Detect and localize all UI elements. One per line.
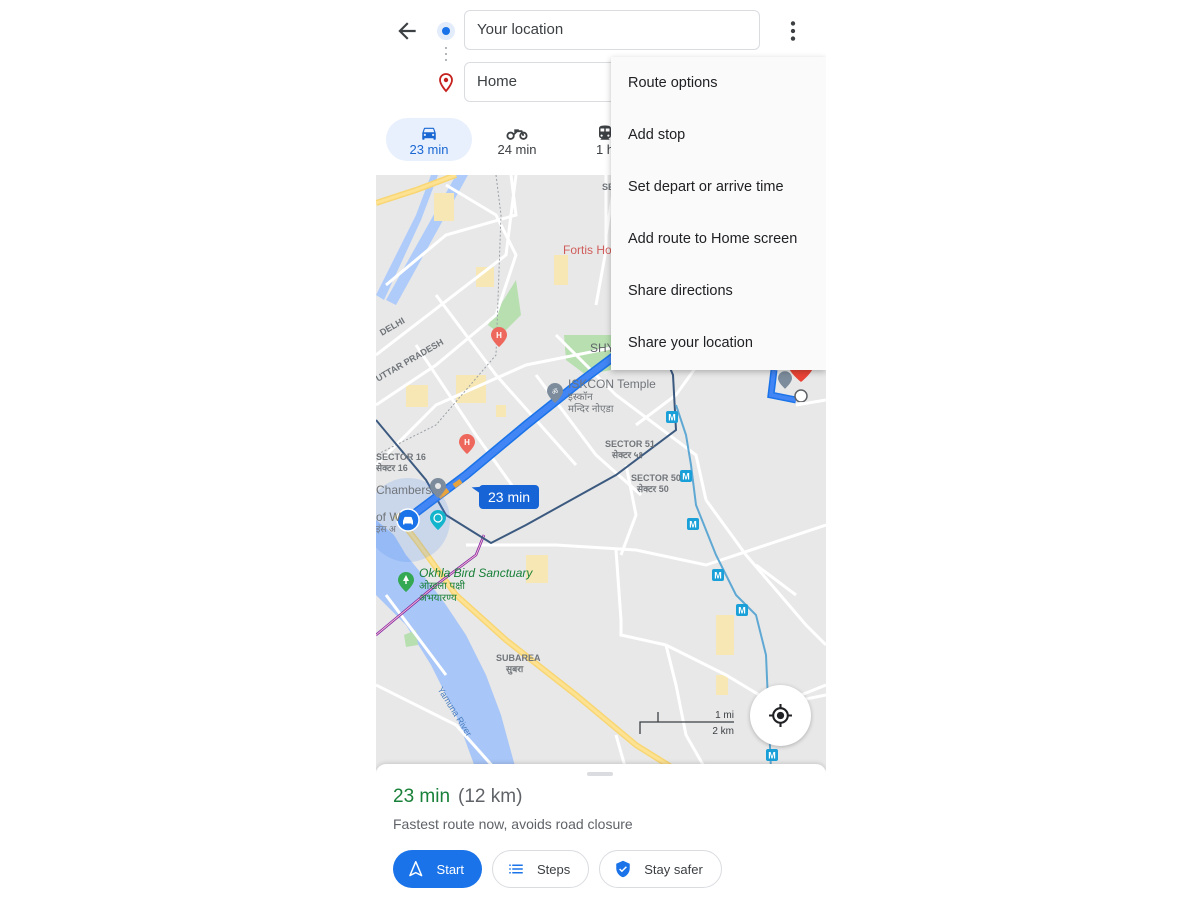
start-button-label: Start <box>436 861 464 877</box>
route-duration: 23 min <box>393 786 451 807</box>
svg-text:H: H <box>496 331 502 340</box>
shield-check-icon <box>616 860 630 878</box>
overflow-menu: Route options Add stop Set depart or arr… <box>611 57 826 370</box>
hospital-pin-icon[interactable]: H <box>459 434 475 454</box>
map-label-okhla-hindi-1: ओखला पक्षी <box>419 581 465 592</box>
route-description: Fastest route now, avoids road closure <box>393 816 633 832</box>
svg-text:ॐ: ॐ <box>552 388 559 396</box>
route-eta-bubble[interactable]: 23 min <box>479 485 540 509</box>
sheet-drag-handle[interactable] <box>587 772 613 776</box>
list-icon <box>509 864 523 874</box>
svg-text:M: M <box>738 606 746 616</box>
map-label-subarea: SUBAREA <box>496 653 541 663</box>
car-icon <box>422 127 436 140</box>
map-label-chambers[interactable]: Chambers <box>376 484 431 496</box>
more-vert-icon <box>790 21 796 41</box>
map-label-sector-50: SECTOR 50 <box>631 473 681 483</box>
svg-text:H: H <box>464 438 470 447</box>
svg-text:M: M <box>714 571 722 581</box>
park-pin-icon[interactable] <box>398 572 414 592</box>
menu-item-add-stop[interactable]: Add stop <box>611 109 826 161</box>
menu-item-set-depart-arrive-time[interactable]: Set depart or arrive time <box>611 161 826 213</box>
menu-item-route-options[interactable]: Route options <box>611 57 826 109</box>
tab-two-wheeler-label: 24 min <box>497 142 537 157</box>
route-distance: (12 km) <box>458 786 523 807</box>
map-label-sector-16-hindi: सेक्टर 16 <box>376 463 408 473</box>
origin-dot-icon <box>437 22 455 40</box>
place-pin-icon[interactable] <box>430 478 446 498</box>
svg-text:M: M <box>682 472 690 482</box>
map-label-sector-16: SECTOR 16 <box>376 452 426 462</box>
map-label-sector-51-hindi: सेक्टर ५१ <box>612 450 644 460</box>
steps-button[interactable]: Steps <box>492 850 590 888</box>
svg-text:M: M <box>689 520 697 530</box>
tab-drive-label: 23 min <box>409 142 449 157</box>
motorcycle-icon <box>506 129 528 140</box>
hospital-pin-icon[interactable]: H <box>491 327 507 347</box>
map-label-iskcon[interactable]: ISKCON Temple <box>568 378 656 390</box>
route-summary-sheet: 23 min (12 km) Fastest route now, avoids … <box>376 764 826 900</box>
map-label-fortis[interactable]: Fortis Ho <box>563 244 612 256</box>
more-options-button[interactable] <box>780 18 806 44</box>
menu-item-share-location[interactable]: Share your location <box>611 317 826 369</box>
menu-item-add-route-home-screen[interactable]: Add route to Home screen <box>611 213 826 265</box>
navigation-arrow-icon <box>409 860 423 877</box>
back-button[interactable] <box>394 18 420 44</box>
temple-pin-icon[interactable]: ॐ <box>547 383 563 403</box>
steps-button-label: Steps <box>537 861 571 877</box>
map-label-iskcon-hindi-2: मन्दिर नोएडा <box>568 404 614 415</box>
map-label-wonder-hindi: इंस अ <box>376 524 396 534</box>
tab-drive[interactable]: 23 min <box>386 118 472 161</box>
map-label-okhla-hindi-2: अभयारण्य <box>419 593 457 604</box>
map-label-subarea-hindi: सुबरा <box>506 664 524 674</box>
scale-metric: 2 km <box>712 726 734 737</box>
route-actions: Start Steps Stay safer <box>393 850 732 888</box>
map-label-iskcon-hindi-1: इस्कॉन <box>568 392 593 403</box>
arrow-left-icon <box>398 22 416 40</box>
menu-item-share-directions[interactable]: Share directions <box>611 265 826 317</box>
route-eta: 23 min (12 km) <box>393 786 522 808</box>
my-location-button[interactable] <box>750 685 811 746</box>
svg-text:M: M <box>668 413 676 423</box>
map-label-wonder[interactable]: of W <box>376 511 401 523</box>
svg-text:M: M <box>768 751 776 761</box>
maps-directions-screen: Your location Home 23 min 24 min 1 h H H… <box>376 0 826 900</box>
map-scale-bar: 1 mi 2 km <box>638 710 738 740</box>
tab-two-wheeler[interactable]: 24 min <box>474 118 560 161</box>
place-pin-icon <box>778 371 792 389</box>
route-connector-dots <box>445 47 447 67</box>
scale-imperial: 1 mi <box>715 710 734 721</box>
destination-pin-icon <box>438 73 454 93</box>
stay-safer-button-label: Stay safer <box>644 861 703 877</box>
origin-input[interactable]: Your location <box>464 10 760 50</box>
stay-safer-button[interactable]: Stay safer <box>599 850 722 888</box>
map-label-okhla[interactable]: Okhla Bird Sanctuary <box>419 567 532 579</box>
gps-crosshair-icon <box>769 704 792 727</box>
map-label-sector-51: SECTOR 51 <box>605 439 655 449</box>
start-button[interactable]: Start <box>393 850 482 888</box>
map-label-sector-50-hindi: सेक्टर 50 <box>637 484 669 494</box>
amusement-park-pin-icon[interactable] <box>430 510 446 530</box>
